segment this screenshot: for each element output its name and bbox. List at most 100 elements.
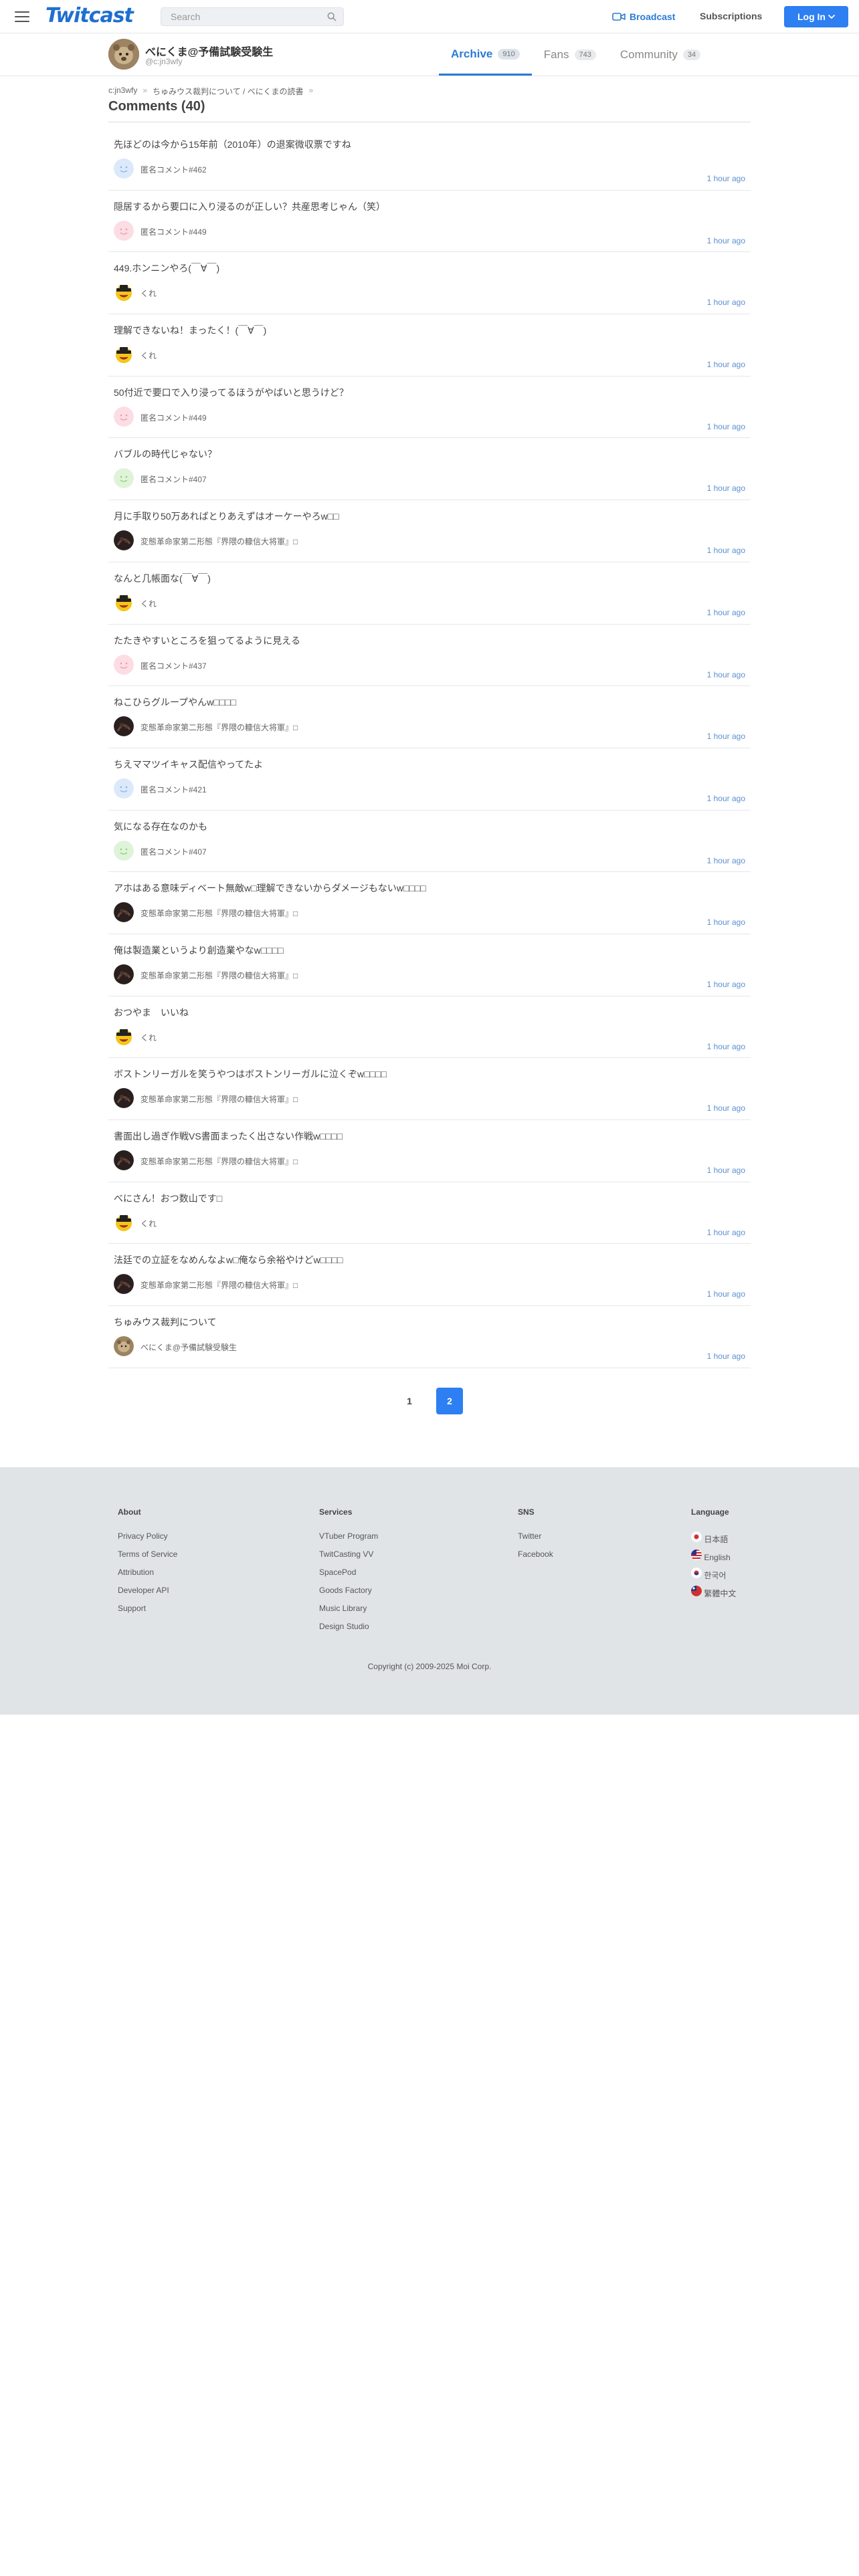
- attribution-link[interactable]: Attribution: [118, 1568, 177, 1586]
- comment-timestamp[interactable]: 1 hour ago: [707, 794, 745, 803]
- developer-api-link[interactable]: Developer API: [118, 1586, 177, 1604]
- commenter-name[interactable]: 変態革命家第二形態『界隈の糠信大将軍』□: [140, 722, 298, 733]
- comment-timestamp[interactable]: 1 hour ago: [707, 422, 745, 431]
- comment-timestamp[interactable]: 1 hour ago: [707, 236, 745, 245]
- commenter-name[interactable]: 変態革命家第二形態『界隈の糠信大将軍』□: [140, 1093, 298, 1105]
- design-studio-link[interactable]: Design Studio: [319, 1622, 378, 1640]
- commenter-avatar[interactable]: [114, 1274, 134, 1295]
- comment-item: 書面出し過ぎ作戦VS書面まったく出さない作戦w□□□□ 変態革命家第二形態『界隈の…: [108, 1120, 751, 1182]
- breadcrumb-user[interactable]: c:jn3wfy: [108, 86, 137, 97]
- comment-timestamp[interactable]: 1 hour ago: [707, 1289, 745, 1299]
- commenter-name[interactable]: 匿名コメント#407: [140, 473, 207, 485]
- commenter-name[interactable]: くれ: [140, 598, 157, 609]
- goods-factory-link[interactable]: Goods Factory: [319, 1586, 378, 1604]
- commenter-name[interactable]: 変態革命家第二形態『界隈の糠信大将軍』□: [140, 1279, 298, 1291]
- commenter-avatar[interactable]: [114, 716, 134, 737]
- commenter-avatar[interactable]: [114, 1088, 134, 1109]
- spacepod-link[interactable]: SpacePod: [319, 1568, 378, 1586]
- comment-text: ちえママツイキャス配信やってたよ: [114, 758, 264, 770]
- commenter-name[interactable]: 匿名コメント#449: [140, 412, 207, 423]
- comment-item: アホはある意味ディベート無敵w□理解できないからダメージもないw□□□□ 変態革命…: [108, 872, 751, 934]
- comment-timestamp[interactable]: 1 hour ago: [707, 856, 745, 865]
- commenter-name[interactable]: くれ: [140, 288, 157, 299]
- comment-timestamp[interactable]: 1 hour ago: [707, 1103, 745, 1113]
- language-english[interactable]: English: [691, 1549, 736, 1568]
- commenter-avatar[interactable]: [114, 406, 134, 427]
- commenter-name[interactable]: 変態革命家第二形態『界隈の糠信大将軍』□: [140, 907, 298, 919]
- privacy-policy-link[interactable]: Privacy Policy: [118, 1531, 177, 1549]
- commenter-name[interactable]: 匿名コメント#407: [140, 846, 207, 857]
- comment-timestamp[interactable]: 1 hour ago: [707, 546, 745, 555]
- commenter-name[interactable]: 変態革命家第二形態『界隈の糠信大将軍』□: [140, 1156, 298, 1167]
- commenter-name[interactable]: くれ: [140, 1218, 157, 1229]
- comment-timestamp[interactable]: 1 hour ago: [707, 918, 745, 927]
- commenter-avatar[interactable]: [114, 964, 134, 984]
- commenter-name[interactable]: くれ: [140, 350, 157, 361]
- chevron-down-icon: [828, 15, 835, 19]
- commenter-avatar[interactable]: [114, 344, 134, 365]
- commenter-avatar[interactable]: [114, 902, 134, 923]
- page-2-button[interactable]: 2: [436, 1388, 463, 1414]
- commenter-name[interactable]: 匿名コメント#449: [140, 226, 207, 237]
- profile-avatar[interactable]: [108, 39, 139, 70]
- commenter-name[interactable]: 匿名コメント#437: [140, 660, 207, 671]
- twitcast-logo[interactable]: Twitcast: [45, 4, 134, 27]
- tab-archive[interactable]: Archive 910: [439, 34, 532, 76]
- commenter-name[interactable]: 匿名コメント#421: [140, 784, 207, 795]
- commenter-name[interactable]: 匿名コメント#462: [140, 164, 207, 175]
- commenter-avatar[interactable]: [114, 1212, 134, 1232]
- commenter-avatar[interactable]: [114, 1150, 134, 1170]
- language-japanese[interactable]: 日本語: [691, 1531, 736, 1549]
- terms-link[interactable]: Terms of Service: [118, 1549, 177, 1568]
- subscriptions-link[interactable]: Subscriptions: [700, 11, 762, 21]
- commenter-name[interactable]: 変態革命家第二形態『界隈の糠信大将軍』□: [140, 970, 298, 981]
- comment-timestamp[interactable]: 1 hour ago: [707, 980, 745, 989]
- comment-timestamp[interactable]: 1 hour ago: [707, 1042, 745, 1051]
- commenter-avatar[interactable]: [114, 654, 134, 675]
- comment-timestamp[interactable]: 1 hour ago: [707, 732, 745, 741]
- music-library-link[interactable]: Music Library: [319, 1604, 378, 1622]
- commenter-avatar[interactable]: [114, 220, 134, 241]
- language-korean[interactable]: 한국어: [691, 1568, 736, 1586]
- comment-timestamp[interactable]: 1 hour ago: [707, 670, 745, 679]
- broadcast-button[interactable]: Broadcast: [612, 9, 675, 24]
- comment-timestamp[interactable]: 1 hour ago: [707, 298, 745, 307]
- commenter-avatar[interactable]: [114, 778, 134, 798]
- comment-timestamp[interactable]: 1 hour ago: [707, 360, 745, 369]
- search-input[interactable]: [161, 8, 322, 25]
- login-button[interactable]: Log In: [784, 6, 848, 27]
- commenter-avatar[interactable]: [114, 158, 134, 179]
- commenter-avatar[interactable]: [114, 1026, 134, 1047]
- korea-flag-icon: [691, 1568, 702, 1578]
- page-1-button[interactable]: 1: [396, 1388, 423, 1414]
- twitter-link[interactable]: Twitter: [518, 1531, 553, 1549]
- comment-timestamp[interactable]: 1 hour ago: [707, 484, 745, 493]
- tab-community[interactable]: Community 34: [608, 34, 712, 76]
- twitcasting-vv-link[interactable]: TwitCasting VV: [319, 1549, 378, 1568]
- facebook-link[interactable]: Facebook: [518, 1549, 553, 1568]
- commenter-name[interactable]: 変態革命家第二形態『界隈の糠信大将軍』□: [140, 536, 298, 547]
- search-icon[interactable]: [327, 12, 337, 21]
- commenter-avatar[interactable]: [114, 530, 134, 551]
- comment-timestamp[interactable]: 1 hour ago: [707, 608, 745, 617]
- comment-text: たたきやすいところを狙ってるように見える: [114, 635, 300, 646]
- language-traditional-chinese[interactable]: 繁體中文: [691, 1586, 736, 1604]
- language-label: 日本語: [704, 1535, 729, 1544]
- commenter-avatar[interactable]: [114, 592, 134, 613]
- comment-timestamp[interactable]: 1 hour ago: [707, 1352, 745, 1361]
- vtuber-program-link[interactable]: VTuber Program: [319, 1531, 378, 1549]
- commenter-avatar[interactable]: [114, 1336, 134, 1357]
- commenter-avatar[interactable]: [114, 840, 134, 861]
- commenter-avatar[interactable]: [114, 468, 134, 489]
- breadcrumb-movie[interactable]: ちゅみウス裁判について / べにくまの読書: [153, 86, 303, 97]
- tab-fans[interactable]: Fans 743: [532, 34, 608, 76]
- commenter-name[interactable]: べにくま@予備試験受験生: [140, 1341, 237, 1353]
- commenter-avatar[interactable]: [114, 282, 134, 303]
- commenter-name[interactable]: くれ: [140, 1032, 157, 1043]
- comment-timestamp[interactable]: 1 hour ago: [707, 1228, 745, 1237]
- support-link[interactable]: Support: [118, 1604, 177, 1622]
- comment-timestamp[interactable]: 1 hour ago: [707, 1166, 745, 1175]
- comment-timestamp[interactable]: 1 hour ago: [707, 174, 745, 183]
- comment-text: 月に手取り50万あればとりあえずはオーケーやろw□□: [114, 511, 339, 522]
- menu-icon[interactable]: [13, 9, 31, 24]
